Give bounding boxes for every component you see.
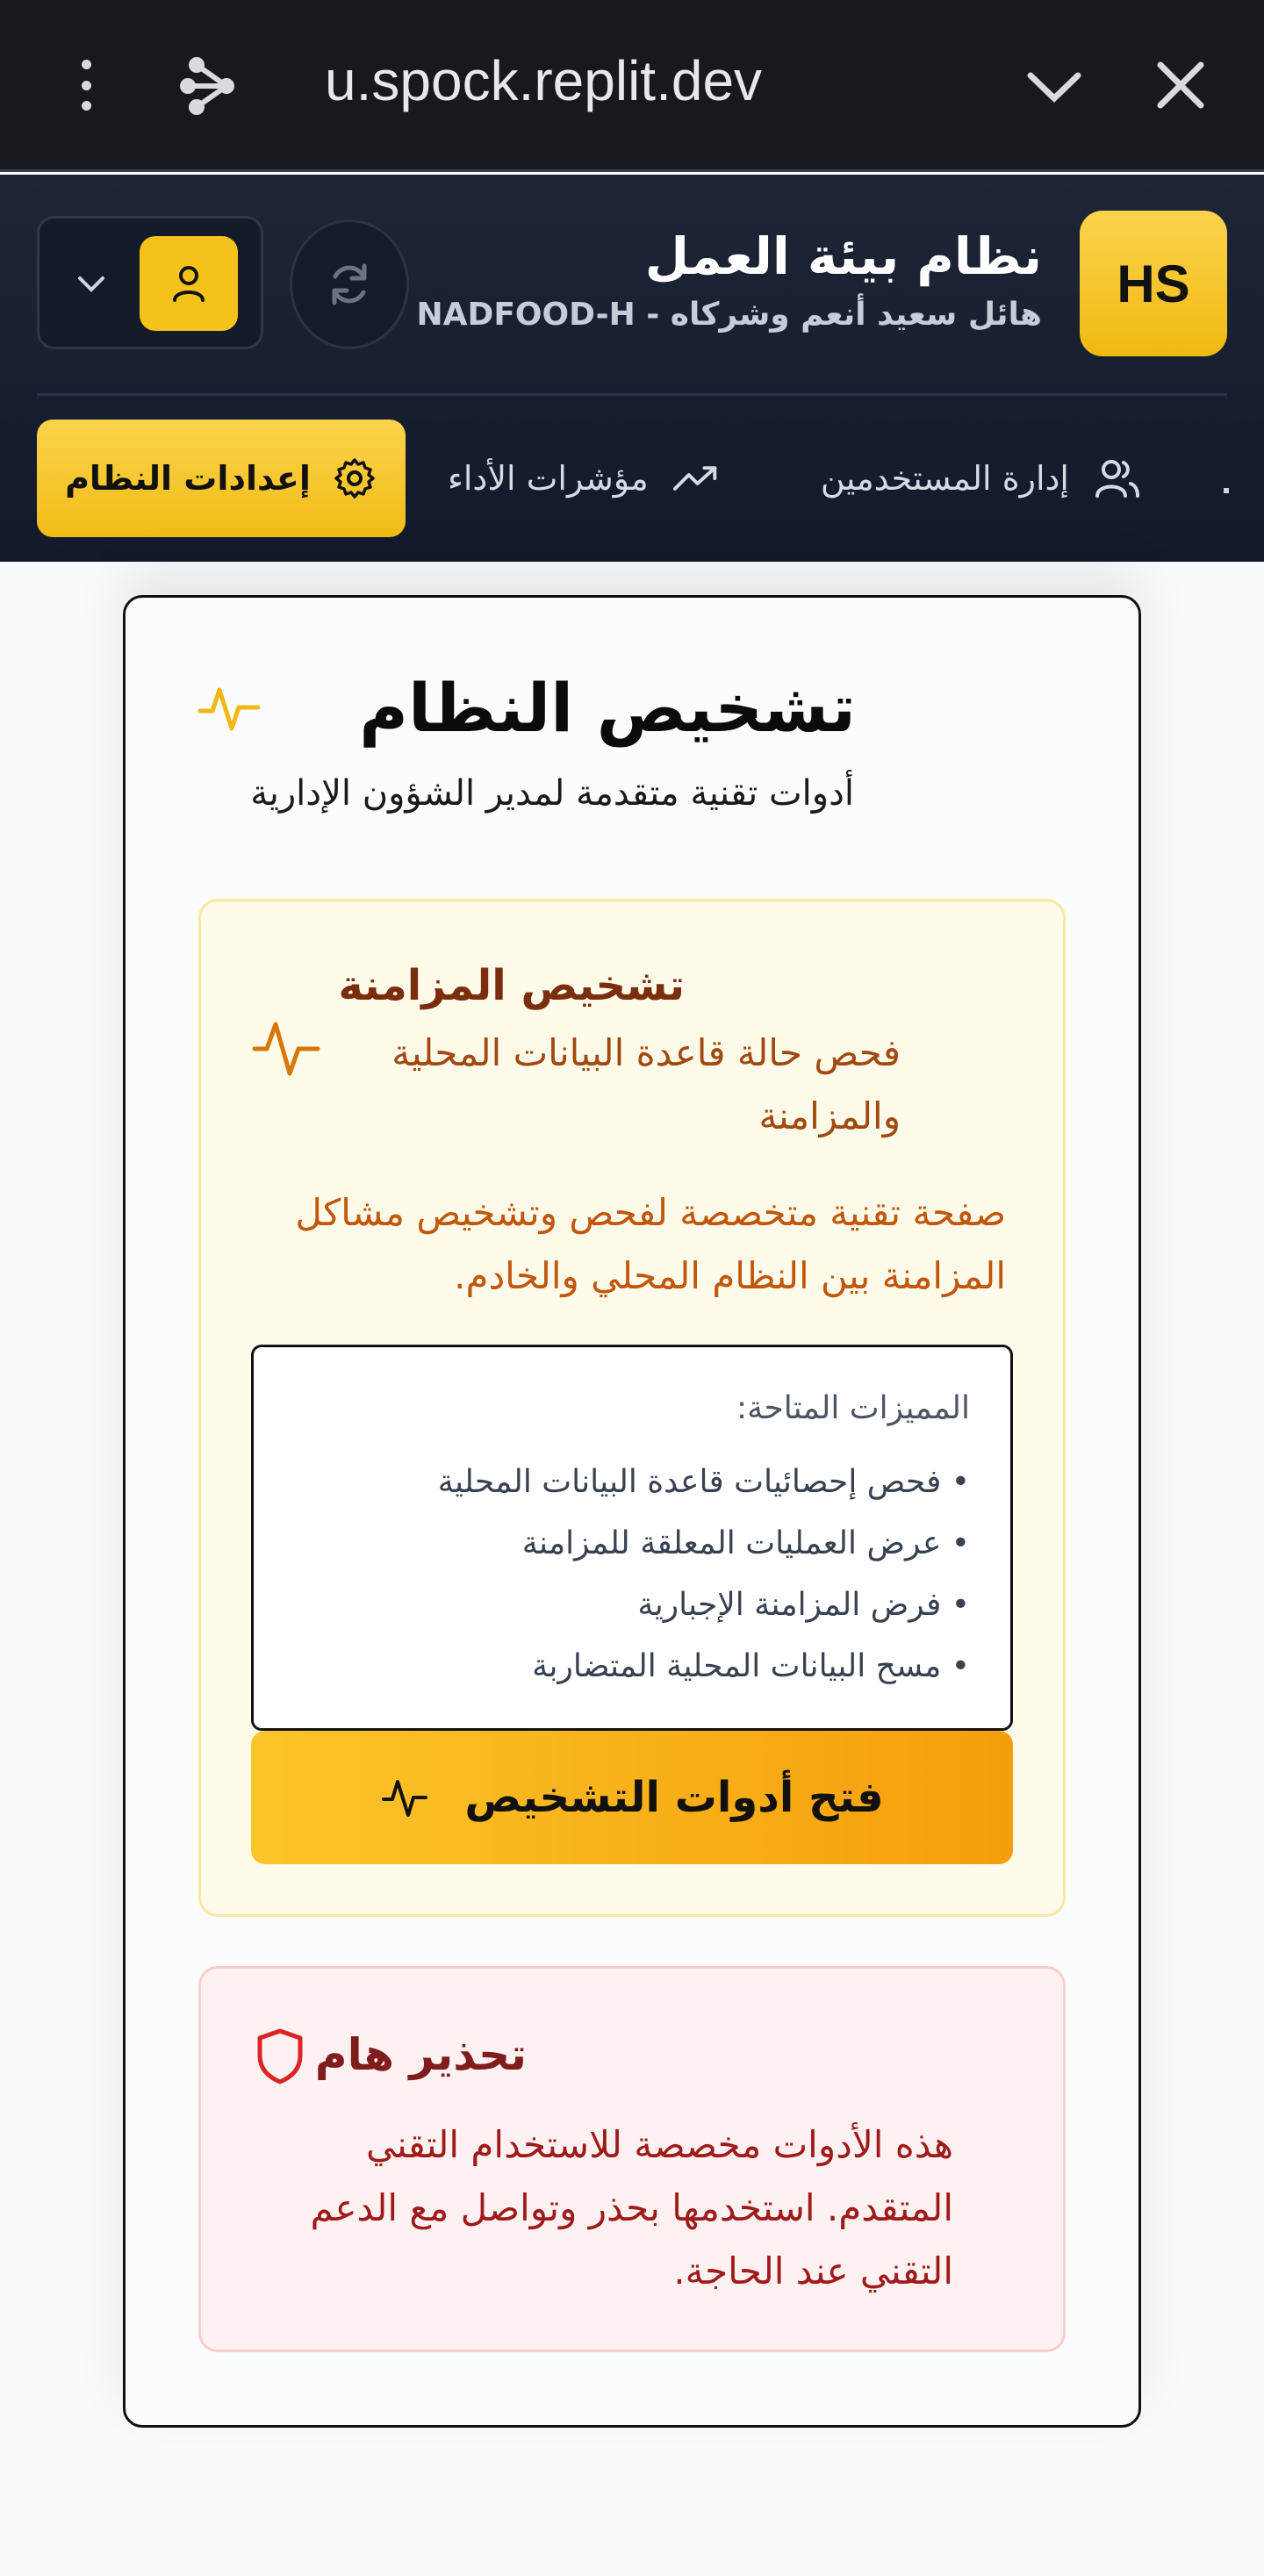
shield-icon [257, 2028, 303, 2084]
chevron-down-icon [78, 276, 104, 292]
page-title: تشخيص النظام [359, 669, 856, 747]
warning-text: هذه الأدوات مخصصة للاستخدام التقني المتق… [310, 2123, 953, 2293]
more-vert-icon[interactable] [68, 54, 104, 116]
features-heading: المميزات المتاحة: [736, 1390, 970, 1426]
trending-up-icon [672, 466, 717, 491]
list-item: • مسح البيانات المحلية المتضاربة [532, 1648, 970, 1684]
open-diagnostics-label: فتح أدوات التشخيص [464, 1773, 884, 1822]
list-item: • فرض المزامنة الإجبارية [637, 1587, 970, 1623]
open-diagnostics-button[interactable]: فتح أدوات التشخيص [251, 1731, 1013, 1864]
refresh-button[interactable] [290, 219, 409, 349]
sync-card-title: تشخيص المزامنة [338, 961, 685, 1010]
page-subtitle: أدوات تقنية متقدمة لمدير الشؤون الإدارية [250, 773, 854, 814]
nav-overflow-indicator [1224, 488, 1229, 493]
app-subtitle: NADFOOD-H - هائل سعيد أنعم وشركاه [416, 297, 1042, 333]
warning-title: تحذير هام [314, 2029, 527, 2080]
user-icon [173, 266, 205, 302]
avatar [140, 236, 238, 331]
features-list-box: المميزات المتاحة: • فحص إحصائيات قاعدة ا… [251, 1345, 1013, 1731]
tab-performance[interactable]: مؤشرات الأداء [448, 420, 720, 537]
tab-system-settings[interactable]: إعدادات النظام [37, 420, 406, 537]
sync-card-description: فحص حالة قاعدة البيانات المحلية والمزامن… [391, 1031, 901, 1137]
tab-performance-label: مؤشرات الأداء [448, 459, 649, 498]
tab-user-management-label: إدارة المستخدمين [820, 459, 1069, 498]
url-text[interactable]: u.spock.replit.dev [325, 46, 762, 116]
list-item: • فحص إحصائيات قاعدة البيانات المحلية [437, 1464, 970, 1500]
users-icon [1095, 460, 1139, 498]
app-title: نظام بيئة العمل [644, 226, 1042, 286]
list-item: • عرض العمليات المعلقة للمزامنة [521, 1525, 970, 1561]
browser-toolbar: u.spock.replit.dev [0, 0, 1264, 172]
activity-icon [198, 687, 261, 731]
share-icon[interactable] [176, 54, 239, 118]
header-divider [37, 393, 1227, 396]
chevron-down-icon[interactable] [1025, 58, 1083, 116]
refresh-icon [332, 263, 367, 305]
user-menu-button[interactable] [37, 216, 263, 349]
tab-user-management[interactable]: إدارة المستخدمين [790, 420, 1141, 537]
company-badge: HS [1080, 211, 1227, 356]
tab-system-settings-label: إعدادات النظام [65, 459, 311, 498]
gear-icon [334, 458, 375, 499]
activity-icon [252, 1022, 320, 1076]
sync-card-details: صفحة تقنية متخصصة لفحص وتشخيص مشاكل المز… [295, 1191, 1006, 1297]
activity-icon [382, 1780, 428, 1817]
close-icon[interactable] [1152, 56, 1210, 114]
